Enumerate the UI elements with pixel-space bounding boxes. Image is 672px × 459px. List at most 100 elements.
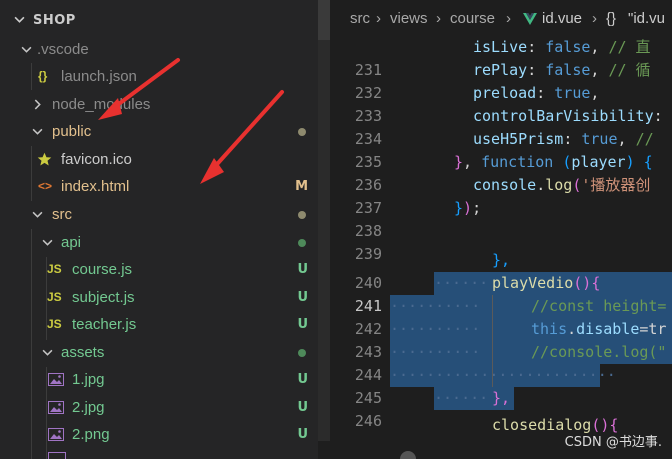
code-line: 245 bbox=[330, 364, 672, 407]
code-token: preload bbox=[473, 84, 537, 102]
code-line: 246 }, bbox=[330, 387, 672, 430]
code-token: =tr bbox=[639, 320, 667, 338]
code-token: player bbox=[571, 153, 626, 171]
json-file-icon: {} bbox=[38, 69, 48, 83]
breadcrumb-item-course[interactable]: course bbox=[450, 10, 495, 27]
code-token: useH5Prism bbox=[473, 130, 564, 148]
breadcrumb: src › views › course › id.vue › {} "id.v… bbox=[330, 0, 672, 36]
tree-file-favicon[interactable]: favicon.ico bbox=[0, 146, 318, 173]
code-token: }, bbox=[492, 389, 511, 407]
chevron-down-icon bbox=[32, 211, 43, 218]
code-line: 244 //console.log(" bbox=[330, 341, 672, 384]
code-token: disable bbox=[576, 320, 640, 338]
tree-item-label: 1.jpg bbox=[72, 371, 105, 388]
watermark-text: CSDN @书边事. bbox=[564, 435, 662, 450]
breadcrumb-item-src[interactable]: src bbox=[350, 10, 370, 27]
breadcrumb-item-symbol[interactable]: "id.vu bbox=[628, 10, 665, 27]
code-line: 243 this.disable=tr bbox=[330, 318, 672, 361]
code-token: }, bbox=[492, 251, 511, 269]
tree-file-2-png[interactable]: 2.png U bbox=[0, 421, 318, 448]
vscode-window: SHOP .vscode {} launch.json node_modules bbox=[0, 0, 672, 459]
image-file-icon bbox=[48, 401, 64, 414]
circle-icon bbox=[400, 451, 416, 459]
code-token: console bbox=[473, 176, 537, 194]
git-status-badge: U bbox=[297, 400, 308, 415]
git-status-badge: U bbox=[297, 372, 308, 387]
js-file-icon: JS bbox=[47, 262, 62, 276]
code-line: 232 rePlay: false, // 循 bbox=[330, 59, 672, 102]
vue-file-icon bbox=[523, 13, 537, 25]
code-token: this bbox=[531, 320, 568, 338]
code-token: isLive bbox=[473, 38, 528, 56]
tree-folder-public[interactable]: public bbox=[0, 118, 318, 145]
explorer-root-title: SHOP bbox=[33, 13, 76, 28]
tree-item-label: teacher.js bbox=[72, 316, 137, 333]
code-token: //const height= bbox=[531, 297, 667, 315]
tree-folder-vscode[interactable]: .vscode bbox=[0, 36, 318, 63]
image-file-icon bbox=[48, 452, 66, 459]
code-token: playVedio bbox=[492, 274, 574, 292]
code-line: 242 //const height= bbox=[330, 295, 672, 338]
image-file-icon bbox=[48, 428, 64, 441]
tree-item-label: 2.png bbox=[72, 426, 110, 443]
git-status-badge: M bbox=[295, 179, 308, 194]
tree-file-teacher-js[interactable]: JS teacher.js U bbox=[0, 311, 318, 338]
symbol-braces-icon: {} bbox=[606, 10, 617, 27]
tree-file-subject-js[interactable]: JS subject.js U bbox=[0, 284, 318, 311]
tree-item-label: 2.jpg bbox=[72, 399, 105, 416]
code-line: 238 }); bbox=[330, 197, 672, 240]
untracked-dot-icon bbox=[298, 349, 306, 357]
breadcrumb-separator: › bbox=[436, 10, 441, 27]
code-editor[interactable]: src › views › course › id.vue › {} "id.v… bbox=[330, 0, 672, 459]
tree-item-label: .vscode bbox=[37, 41, 89, 58]
code-token: controlBarVisibility bbox=[473, 107, 654, 125]
chevron-down-icon bbox=[32, 128, 43, 135]
tree-folder-node-modules[interactable]: node_modules bbox=[0, 91, 318, 118]
tree-file-launch-json[interactable]: {} launch.json bbox=[0, 63, 318, 90]
code-line: 241 playVedio(){ bbox=[330, 272, 672, 315]
tree-folder-assets[interactable]: assets bbox=[0, 339, 318, 366]
git-status-badge: U bbox=[297, 317, 308, 332]
explorer-root-header[interactable]: SHOP bbox=[0, 8, 318, 34]
code-line: 234 controlBarVisibility: bbox=[330, 105, 672, 148]
sidebar-scrollbar-thumb[interactable] bbox=[318, 0, 330, 40]
code-line: 240 }, bbox=[330, 249, 672, 292]
tree-file-2-jpg[interactable]: 2.jpg U bbox=[0, 394, 318, 421]
breadcrumb-separator: › bbox=[506, 10, 511, 27]
breadcrumb-item-file[interactable]: id.vue bbox=[542, 10, 582, 27]
code-token: // 直 bbox=[608, 38, 651, 56]
modified-dot-icon bbox=[298, 128, 306, 136]
code-token: // bbox=[635, 130, 654, 148]
tree-file-1-jpg[interactable]: 1.jpg U bbox=[0, 366, 318, 393]
tree-file-course-js[interactable]: JS course.js U bbox=[0, 256, 318, 283]
code-token: '播放器创 bbox=[581, 176, 651, 194]
sidebar-scrollbar[interactable] bbox=[318, 0, 330, 459]
breadcrumb-separator: › bbox=[376, 10, 381, 27]
code-token: //console.log(" bbox=[531, 343, 667, 361]
chevron-right-icon bbox=[34, 99, 41, 110]
breadcrumb-item-views[interactable]: views bbox=[390, 10, 428, 27]
image-file-icon bbox=[48, 373, 64, 386]
tree-folder-api[interactable]: api bbox=[0, 229, 318, 256]
tree-item-label: index.html bbox=[61, 178, 130, 195]
untracked-dot-icon bbox=[298, 239, 306, 247]
tree-file-index-html[interactable]: <> index.html M bbox=[0, 173, 318, 200]
chevron-down-icon bbox=[42, 349, 53, 356]
tree-folder-src[interactable]: src bbox=[0, 201, 318, 228]
code-line: 236 }, function (player) { bbox=[330, 151, 672, 194]
code-line: 233 preload: true, bbox=[330, 82, 672, 125]
code-token: log bbox=[545, 176, 573, 194]
git-status-badge: U bbox=[297, 427, 308, 442]
code-token: true bbox=[554, 84, 591, 102]
tree-item-label: api bbox=[61, 234, 82, 251]
tree-item-label: node_modules bbox=[52, 96, 151, 113]
js-file-icon: JS bbox=[47, 290, 62, 304]
git-status-badge: U bbox=[297, 262, 308, 277]
modified-dot-icon bbox=[298, 211, 306, 219]
git-status-badge: U bbox=[297, 290, 308, 305]
code-token: true bbox=[581, 130, 618, 148]
js-file-icon: JS bbox=[47, 317, 62, 331]
code-token: rePlay bbox=[473, 61, 528, 79]
chevron-down-icon bbox=[42, 239, 53, 246]
tree-item-label: assets bbox=[61, 344, 105, 361]
